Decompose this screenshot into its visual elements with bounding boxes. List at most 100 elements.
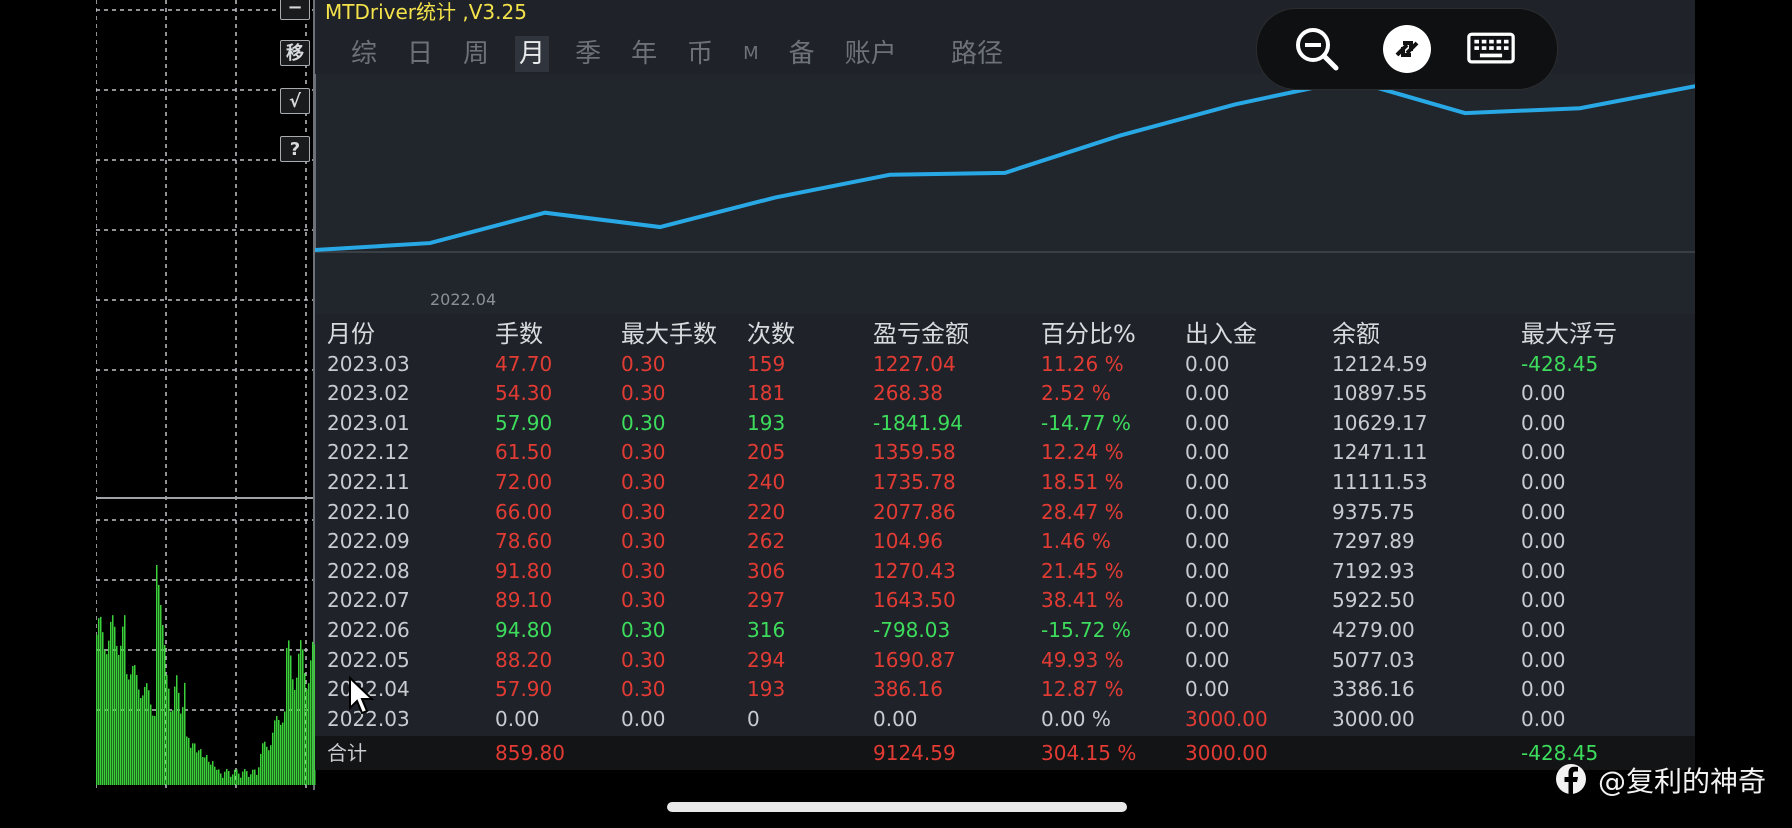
table-row[interactable]: 2023.01 57.90 0.30 193 -1841.94 -14.77 % 0.00 1…: [327, 409, 1695, 439]
price-bar: [288, 640, 290, 785]
table-row[interactable]: 2022.12 61.50 0.30 205 1359.58 12.24 % 0.00 124…: [327, 438, 1695, 468]
table-row[interactable]: 2022.06 94.80 0.30 316 -798.03 -15.72 % 0.00 42…: [327, 616, 1695, 646]
cell-max-lots: 0.00: [621, 706, 666, 731]
table-row[interactable]: 2023.02 54.30 0.30 181 268.38 2.52 % 0.00 10897…: [327, 379, 1695, 409]
header-month[interactable]: 月份: [327, 320, 375, 350]
tab-m[interactable]: M: [739, 36, 763, 72]
cell-month: 2023.01: [327, 410, 410, 435]
price-bar: [208, 761, 210, 785]
cell-pnl: 1735.78: [873, 469, 956, 494]
cell-percent: 38.41 %: [1041, 588, 1124, 613]
help-button[interactable]: ?: [280, 136, 310, 162]
price-bar: [156, 565, 158, 785]
remote-desktop-icon[interactable]: [1383, 25, 1431, 73]
price-bar: [164, 645, 166, 785]
price-bar: [252, 769, 254, 785]
watermark: @复利的神奇: [1598, 765, 1767, 798]
price-bar: [282, 722, 284, 785]
tab-summary[interactable]: 综: [347, 36, 381, 72]
cell-pnl: 1359.58: [873, 440, 956, 465]
table-row[interactable]: 2022.05 88.20 0.30 294 1690.87 49.93 % 0.00 507…: [327, 646, 1695, 676]
table-row[interactable]: 2022.10 66.00 0.30 220 2077.86 28.47 % 0.00 937…: [327, 498, 1695, 528]
cell-lots: 0.00: [495, 706, 540, 731]
cell-deposit: 0.00: [1185, 588, 1230, 613]
price-bar: [258, 767, 260, 785]
price-bar: [122, 626, 124, 785]
price-bar: [120, 645, 122, 785]
mouse-cursor-icon: [349, 676, 374, 715]
cell-trades: 181: [747, 381, 786, 406]
header-lots[interactable]: 手数: [495, 320, 543, 350]
header-balance[interactable]: 余额: [1332, 320, 1380, 350]
cell-max-drawdown: -428.45: [1521, 351, 1599, 376]
home-indicator[interactable]: [667, 802, 1127, 812]
table-row[interactable]: 2022.07 89.10 0.30 297 1643.50 38.41 % 0.00 592…: [327, 586, 1695, 616]
price-bar: [234, 769, 236, 785]
total-percent: 304.15 %: [1041, 741, 1137, 765]
minimize-button[interactable]: −: [280, 0, 310, 20]
header-pnl[interactable]: 盈亏金额: [873, 320, 969, 350]
zoom-out-icon[interactable]: [1293, 25, 1341, 73]
price-bar: [108, 640, 110, 785]
price-bar: [140, 697, 142, 785]
cell-deposit: 0.00: [1185, 351, 1230, 376]
cell-trades: 193: [747, 410, 786, 435]
price-bar: [130, 674, 132, 785]
tab-month[interactable]: 月: [515, 36, 550, 72]
equity-point: [773, 196, 777, 200]
price-bar: [106, 654, 108, 785]
tab-quarter[interactable]: 季: [571, 36, 605, 72]
monthly-stats-table: 月份 手数 最大手数 次数 盈亏金额 百分比% 出入金 余额 最大浮亏 2023…: [327, 320, 1695, 734]
tab-currency[interactable]: 币: [683, 36, 717, 72]
price-bar: [216, 769, 218, 785]
cell-month: 2022.05: [327, 647, 410, 672]
price-bar: [172, 710, 174, 785]
tab-year[interactable]: 年: [627, 36, 661, 72]
cell-max-drawdown: 0.00: [1521, 588, 1566, 613]
table-row[interactable]: 2022.11 72.00 0.30 240 1735.78 18.51 % 0.00 111…: [327, 468, 1695, 498]
cell-trades: 262: [747, 529, 786, 554]
table-row[interactable]: 2022.09 78.60 0.30 262 104.96 1.46 % 0.00 7297.…: [327, 527, 1695, 557]
cell-balance: 12471.11: [1332, 440, 1428, 465]
cell-lots: 91.80: [495, 558, 553, 583]
price-bar: [250, 774, 252, 785]
cell-max-lots: 0.30: [621, 351, 666, 376]
stats-panel: MTDriver统计 ,V3.25 综 日 周 月 季 年 币 M 备 账户 路…: [315, 0, 1695, 770]
price-bar: [222, 777, 224, 785]
price-bar: [192, 743, 194, 785]
price-bar: [152, 715, 154, 785]
price-bar: [220, 773, 222, 785]
price-bar: [134, 665, 136, 785]
tab-account[interactable]: 账户: [841, 36, 901, 72]
header-trades[interactable]: 次数: [747, 320, 795, 350]
tab-note[interactable]: 备: [785, 36, 819, 72]
table-row[interactable]: 2022.08 91.80 0.30 306 1270.43 21.45 % 0.00 719…: [327, 557, 1695, 587]
tab-day[interactable]: 日: [403, 36, 437, 72]
cell-trades: 306: [747, 558, 786, 583]
equity-point: [1578, 106, 1582, 110]
price-bar: [168, 688, 170, 785]
tab-week[interactable]: 周: [459, 36, 493, 72]
price-bar: [110, 621, 112, 785]
price-bar: [260, 753, 262, 785]
header-percent[interactable]: 百分比%: [1041, 320, 1136, 350]
price-bar: [148, 690, 150, 785]
cell-trades: 159: [747, 351, 786, 376]
cell-max-lots: 0.30: [621, 499, 666, 524]
table-row[interactable]: 2022.03 0.00 0.00 0 0.00 0.00 % 3000.00 3000.00…: [327, 705, 1695, 735]
cell-deposit: 0.00: [1185, 499, 1230, 524]
price-bar: [170, 711, 172, 785]
move-button[interactable]: 移: [280, 40, 310, 66]
check-button[interactable]: √: [280, 88, 310, 114]
price-bar: [132, 666, 134, 785]
header-max-drawdown[interactable]: 最大浮亏: [1521, 320, 1617, 350]
table-row[interactable]: 2023.03 47.70 0.30 159 1227.04 11.26 % 0.00 121…: [327, 350, 1695, 380]
cell-max-lots: 0.30: [621, 440, 666, 465]
cell-percent: 28.47 %: [1041, 499, 1124, 524]
header-max-lots[interactable]: 最大手数: [621, 320, 717, 350]
header-deposit[interactable]: 出入金: [1185, 320, 1257, 350]
cell-lots: 78.60: [495, 529, 553, 554]
tab-path[interactable]: 路径: [951, 36, 1003, 72]
keyboard-icon[interactable]: [1467, 25, 1515, 73]
table-row[interactable]: 2022.04 57.90 0.30 193 386.16 12.87 % 0.00 3386…: [327, 675, 1695, 705]
